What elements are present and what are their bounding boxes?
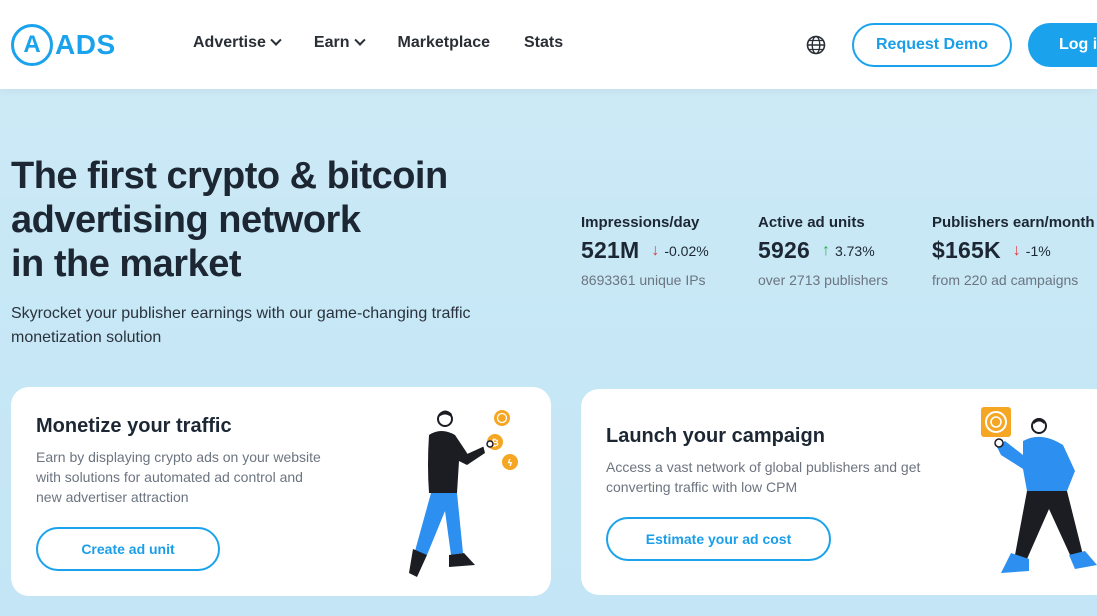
site-header: A ADS Advertise Earn Marketplace Stats R… <box>0 0 1097 89</box>
advertiser-illustration <box>981 407 1097 573</box>
card-description: Earn by displaying crypto ads on your we… <box>36 447 366 507</box>
stat-change: ↓ -0.02% <box>651 242 708 260</box>
card-description: Access a vast network of global publishe… <box>606 457 956 497</box>
stat-label: Active ad units <box>758 214 865 231</box>
stat-note: from 220 ad campaigns <box>932 272 1079 288</box>
request-demo-button[interactable]: Request Demo <box>852 23 1012 67</box>
stat-value: $165K <box>932 237 1001 263</box>
stat-change-value: -1% <box>1025 242 1051 259</box>
nav-earn[interactable]: Earn <box>313 34 366 52</box>
login-button[interactable]: Log i <box>1028 23 1097 67</box>
globe-icon[interactable] <box>806 35 826 55</box>
card-description-line: new advertiser attraction <box>36 489 189 505</box>
nav-stats-label: Stats <box>524 34 564 51</box>
hero-title: The first crypto & bitcoin advertising n… <box>11 154 531 286</box>
stat-change: ↓ -1% <box>1013 242 1051 260</box>
nav-advertise[interactable]: Advertise <box>193 34 282 52</box>
card-description-line: with solutions for automated ad control … <box>36 469 303 485</box>
stat-change-value: 3.73% <box>834 242 875 259</box>
svg-text:ϟ: ϟ <box>507 459 513 469</box>
stat-note: 8693361 unique IPs <box>581 272 706 288</box>
hero-title-line: in the market <box>11 243 242 285</box>
aads-logo[interactable]: A ADS <box>11 23 116 67</box>
stat-change-value: -0.02% <box>664 242 709 259</box>
arrow-down-icon: ↓ <box>651 241 660 259</box>
campaign-card: Launch your campaign Access a vast netwo… <box>581 389 1097 595</box>
hero-subtitle-line: monetization solution <box>11 329 162 346</box>
publisher-illustration: ₿ ϟ <box>409 410 518 577</box>
main-nav: Advertise Earn Marketplace Stats <box>193 34 597 52</box>
create-ad-unit-button[interactable]: Create ad unit <box>36 527 220 571</box>
stat-value: 5926 <box>758 237 810 263</box>
hero-title-line: The first crypto & bitcoin <box>11 155 448 197</box>
chevron-down-icon <box>270 34 282 46</box>
arrow-down-icon: ↓ <box>1012 241 1021 259</box>
hero-subtitle-line: Skyrocket your publisher earnings with o… <box>11 305 471 322</box>
nav-marketplace[interactable]: Marketplace <box>398 34 491 52</box>
stat-value: 521M <box>581 237 640 263</box>
tap-icon <box>981 407 1011 437</box>
nav-marketplace-label: Marketplace <box>397 34 491 51</box>
stat-label: Impressions/day <box>581 214 700 231</box>
arrow-up-icon: ↑ <box>821 241 830 259</box>
nav-advertise-label: Advertise <box>193 34 266 51</box>
coin-icon: ₿ ϟ <box>487 410 518 470</box>
nav-stats[interactable]: Stats <box>524 34 563 52</box>
hero-subtitle: Skyrocket your publisher earnings with o… <box>11 302 531 350</box>
stat-note: over 2713 publishers <box>758 272 888 288</box>
stat-active-ad-units: Active ad units 5926 ↑ 3.73% over 2713 p… <box>758 214 888 288</box>
card-description-line: converting traffic with low CPM <box>606 479 798 495</box>
card-description-line: Access a vast network of global publishe… <box>606 459 921 475</box>
stat-publishers-earn: Publishers earn/month $165K ↓ -1% from 2… <box>932 214 1095 288</box>
stat-label: Publishers earn/month <box>932 214 1095 231</box>
stat-change: ↑ 3.73% <box>822 242 875 260</box>
nav-earn-label: Earn <box>313 34 350 51</box>
logo-text: ADS <box>55 29 116 60</box>
estimate-ad-cost-button[interactable]: Estimate your ad cost <box>606 517 831 561</box>
logo-mark: A <box>11 24 53 66</box>
hero-title-line: advertising network <box>11 199 361 241</box>
monetize-card: Monetize your traffic Earn by displaying… <box>11 387 551 596</box>
card-description-line: Earn by displaying crypto ads on your we… <box>36 449 321 465</box>
card-title: Launch your campaign <box>606 425 825 447</box>
card-title: Monetize your traffic <box>36 415 232 437</box>
stat-impressions: Impressions/day 521M ↓ -0.02% 8693361 un… <box>581 214 709 288</box>
chevron-down-icon <box>353 34 366 46</box>
